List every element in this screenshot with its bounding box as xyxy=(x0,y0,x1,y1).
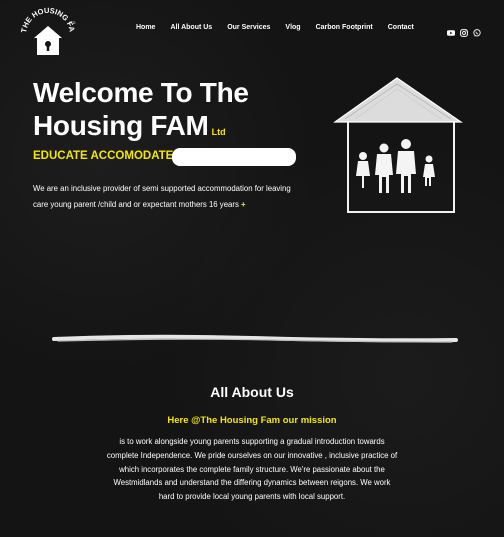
nav-all-about-us[interactable]: All About Us xyxy=(170,24,212,31)
hero-tagline: EDUCATE ACCOMODATE E xyxy=(33,150,185,162)
chalk-line-divider xyxy=(52,334,458,343)
hero-intro-plus: + xyxy=(241,200,246,209)
whatsapp-icon[interactable] xyxy=(473,24,481,37)
nav-contact[interactable]: Contact xyxy=(388,24,414,31)
hero-title-suffix: Ltd xyxy=(211,127,226,137)
house-lock-icon xyxy=(34,26,62,55)
hero-title-line1: Welcome To The xyxy=(33,77,249,108)
nav-vlog[interactable]: Vlog xyxy=(285,24,300,31)
about-body: is to work alongside young parents suppo… xyxy=(106,437,398,502)
hero-title-line2: Housing FAM xyxy=(33,110,209,141)
site-logo[interactable]: THE HOUSING FAM LTD xyxy=(20,5,76,57)
hero-intro-text: We are an inclusive provider of semi sup… xyxy=(33,184,291,209)
instagram-icon[interactable] xyxy=(460,24,468,37)
family-house-illustration xyxy=(333,77,463,213)
redaction-block xyxy=(172,148,296,166)
about-subtitle: Here @The Housing Fam our mission xyxy=(167,415,337,426)
social-links xyxy=(447,24,481,37)
hero-intro: We are an inclusive provider of semi sup… xyxy=(33,181,303,213)
nav-home[interactable]: Home xyxy=(136,24,155,31)
nav-our-services[interactable]: Our Services xyxy=(227,24,270,31)
nav-carbon-footprint[interactable]: Carbon Footprint xyxy=(316,24,373,31)
logo-suffix: LTD xyxy=(69,21,76,25)
about-title: All About Us xyxy=(210,384,294,400)
main-nav: Home All About Us Our Services Vlog Carb… xyxy=(136,24,414,31)
youtube-icon[interactable] xyxy=(447,24,455,36)
hero-title: Welcome To The Housing FAM Ltd xyxy=(33,76,249,149)
